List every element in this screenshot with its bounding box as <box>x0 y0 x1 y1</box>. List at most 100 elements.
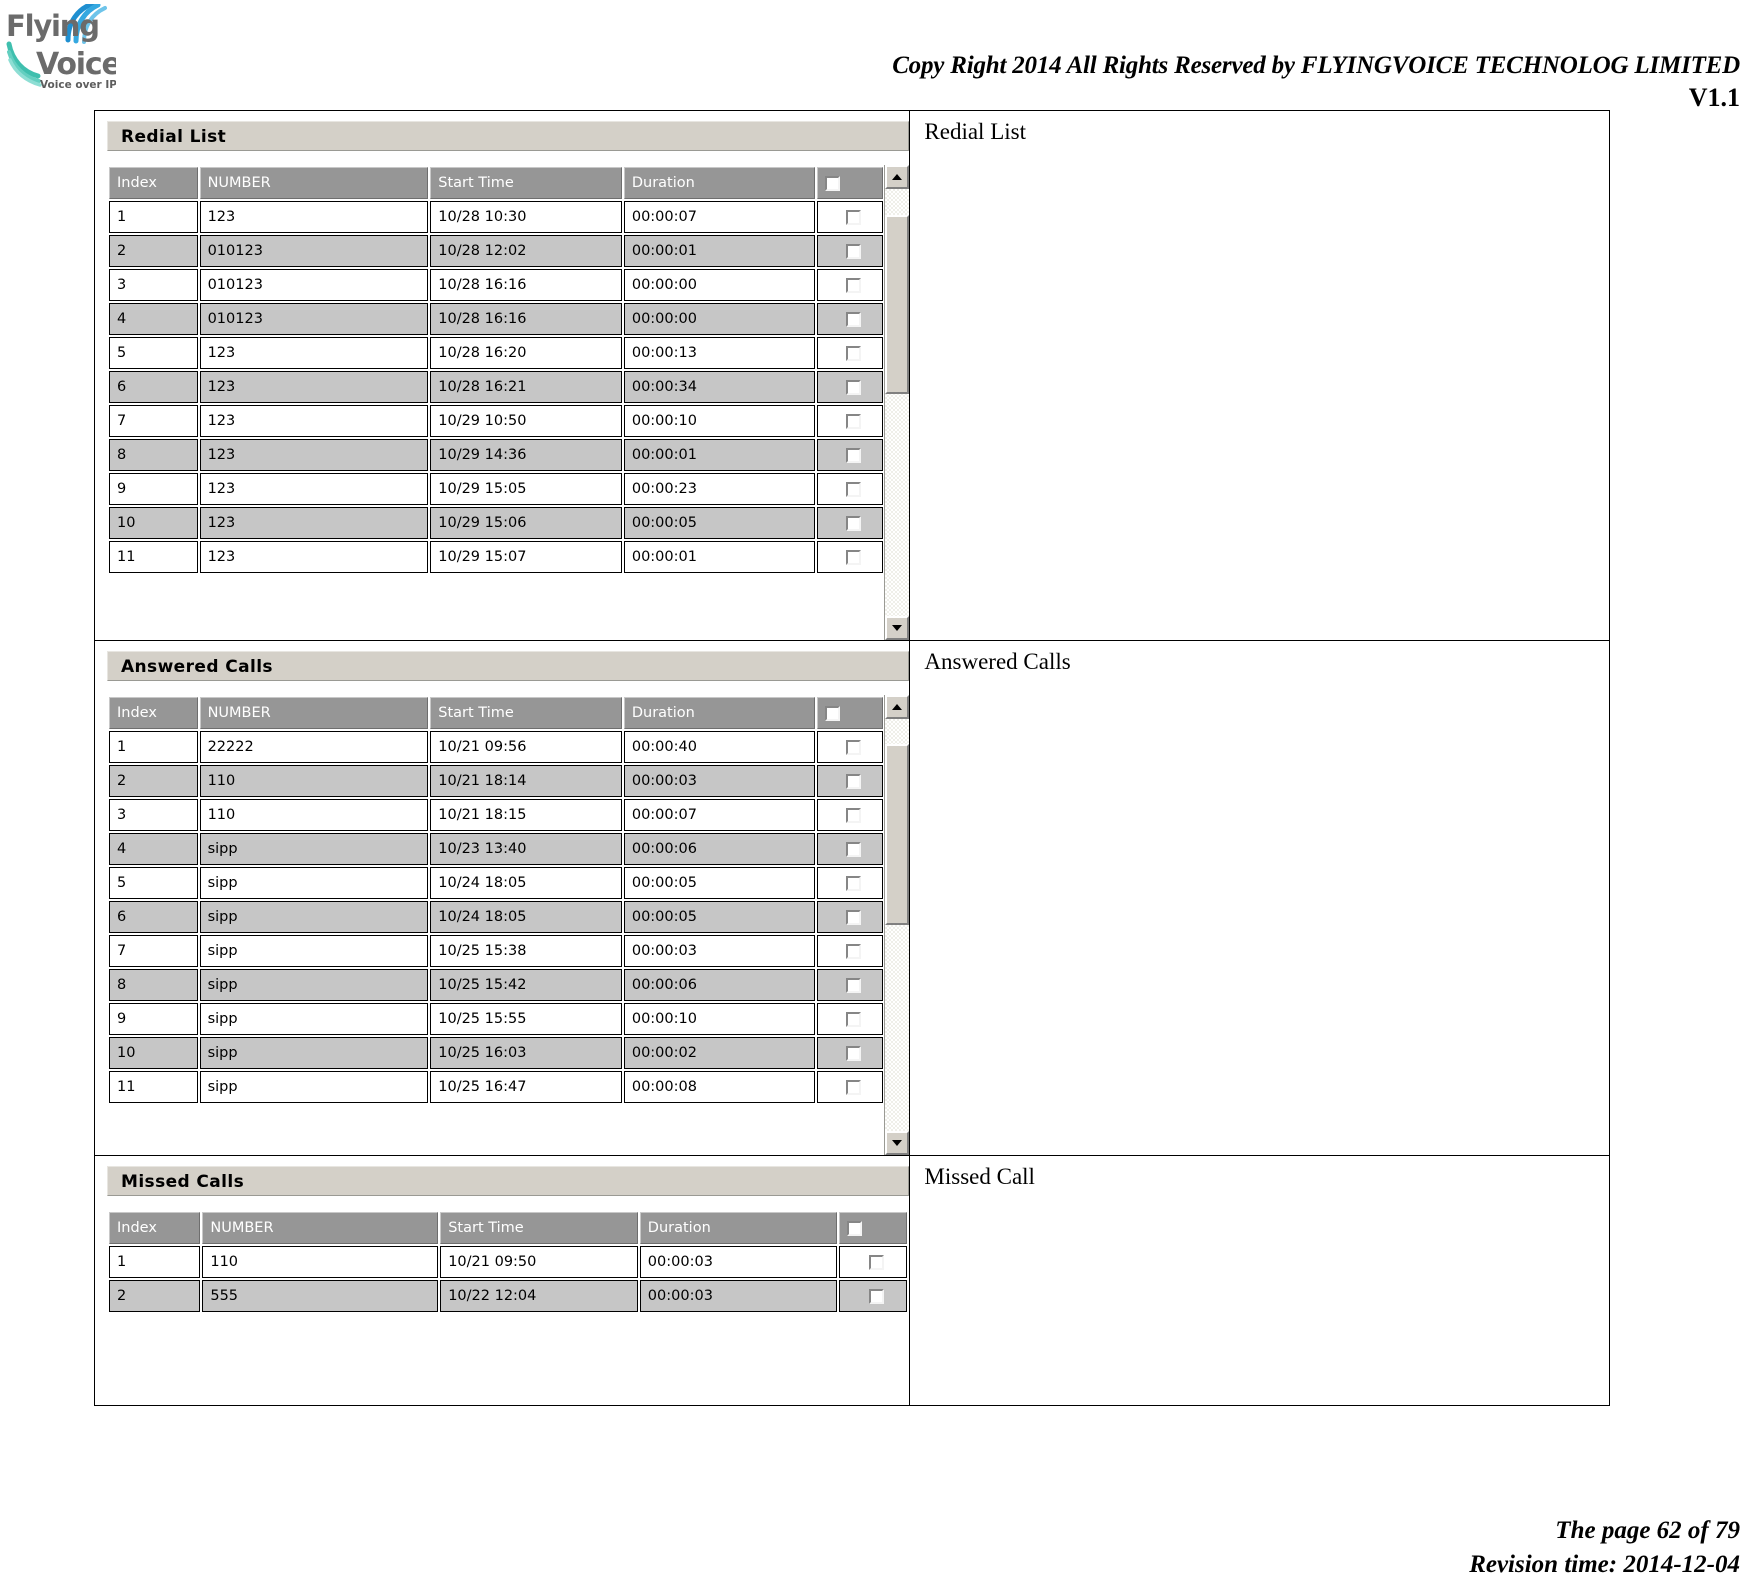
row-select-checkbox[interactable] <box>846 977 862 993</box>
column-header-number[interactable]: NUMBER <box>199 167 429 199</box>
row-select-checkbox[interactable] <box>846 1045 862 1061</box>
column-header-duration[interactable]: Duration <box>623 167 816 199</box>
table-row[interactable]: 3 110 10/21 18:15 00:00:07 <box>109 799 884 831</box>
row-select-checkbox[interactable] <box>846 209 862 225</box>
row-select-checkbox[interactable] <box>846 243 862 259</box>
column-header-index[interactable]: Index <box>109 697 198 729</box>
row-select-checkbox[interactable] <box>846 515 862 531</box>
row-select-cell[interactable] <box>817 371 884 403</box>
column-header-start-time[interactable]: Start Time <box>430 697 622 729</box>
column-header-index[interactable]: Index <box>109 167 198 199</box>
row-select-checkbox[interactable] <box>846 277 862 293</box>
vertical-scrollbar[interactable] <box>884 695 910 1155</box>
table-row[interactable]: 8 sipp 10/25 15:42 00:00:06 <box>109 969 884 1001</box>
row-select-checkbox[interactable] <box>846 875 862 891</box>
scroll-up-arrow-icon[interactable] <box>885 165 910 189</box>
row-select-checkbox[interactable] <box>846 1011 862 1027</box>
row-select-cell[interactable] <box>817 541 884 573</box>
table-row[interactable]: 4 sipp 10/23 13:40 00:00:06 <box>109 833 884 865</box>
row-select-cell[interactable] <box>817 833 884 865</box>
row-select-checkbox[interactable] <box>846 345 862 361</box>
column-header-select-all[interactable] <box>839 1212 908 1244</box>
column-header-index[interactable]: Index <box>109 1212 201 1244</box>
table-row[interactable]: 9 123 10/29 15:05 00:00:23 <box>109 473 884 505</box>
row-select-cell[interactable] <box>839 1280 908 1312</box>
table-row[interactable]: 1 22222 10/21 09:56 00:00:40 <box>109 731 884 763</box>
column-header-number[interactable]: NUMBER <box>202 1212 439 1244</box>
table-row[interactable]: 2 555 10/22 12:04 00:00:03 <box>109 1280 908 1312</box>
row-select-cell[interactable] <box>817 201 884 233</box>
row-select-checkbox[interactable] <box>846 311 862 327</box>
table-row[interactable]: 10 sipp 10/25 16:03 00:00:02 <box>109 1037 884 1069</box>
row-select-checkbox[interactable] <box>846 739 862 755</box>
row-select-cell[interactable] <box>817 935 884 967</box>
table-row[interactable]: 5 123 10/28 16:20 00:00:13 <box>109 337 884 369</box>
scrollbar-thumb[interactable] <box>885 743 910 925</box>
row-select-cell[interactable] <box>817 405 884 437</box>
row-select-checkbox[interactable] <box>869 1254 885 1270</box>
table-row[interactable]: 3 010123 10/28 16:16 00:00:00 <box>109 269 884 301</box>
table-row[interactable]: 6 sipp 10/24 18:05 00:00:05 <box>109 901 884 933</box>
scroll-down-arrow-icon[interactable] <box>885 1131 910 1155</box>
column-header-duration[interactable]: Duration <box>639 1212 838 1244</box>
row-select-cell[interactable] <box>817 1037 884 1069</box>
row-select-cell[interactable] <box>817 235 884 267</box>
table-row[interactable]: 2 110 10/21 18:14 00:00:03 <box>109 765 884 797</box>
select-all-checkbox[interactable] <box>825 175 841 191</box>
row-select-cell[interactable] <box>817 731 884 763</box>
row-select-checkbox[interactable] <box>846 807 862 823</box>
column-header-start-time[interactable]: Start Time <box>430 167 622 199</box>
row-select-cell[interactable] <box>817 867 884 899</box>
vertical-scrollbar[interactable] <box>884 165 910 640</box>
column-header-select-all[interactable] <box>817 697 884 729</box>
select-all-checkbox[interactable] <box>847 1220 863 1236</box>
row-select-checkbox[interactable] <box>846 909 862 925</box>
row-select-cell[interactable] <box>817 799 884 831</box>
table-row[interactable]: 7 123 10/29 10:50 00:00:10 <box>109 405 884 437</box>
row-select-checkbox[interactable] <box>846 447 862 463</box>
column-header-select-all[interactable] <box>817 167 884 199</box>
column-header-duration[interactable]: Duration <box>623 697 816 729</box>
table-row[interactable]: 1 110 10/21 09:50 00:00:03 <box>109 1246 908 1278</box>
row-select-checkbox[interactable] <box>846 943 862 959</box>
scroll-down-arrow-icon[interactable] <box>885 616 910 640</box>
row-select-checkbox[interactable] <box>846 379 862 395</box>
table-row[interactable]: 5 sipp 10/24 18:05 00:00:05 <box>109 867 884 899</box>
table-row[interactable]: 6 123 10/28 16:21 00:00:34 <box>109 371 884 403</box>
cell-start-time: 10/21 18:14 <box>430 765 622 797</box>
row-select-checkbox[interactable] <box>846 413 862 429</box>
table-row[interactable]: 7 sipp 10/25 15:38 00:00:03 <box>109 935 884 967</box>
table-row[interactable]: 8 123 10/29 14:36 00:00:01 <box>109 439 884 471</box>
row-select-cell[interactable] <box>817 439 884 471</box>
table-row[interactable]: 9 sipp 10/25 15:55 00:00:10 <box>109 1003 884 1035</box>
scrollbar-thumb[interactable] <box>885 214 910 394</box>
row-select-cell[interactable] <box>817 303 884 335</box>
row-select-checkbox[interactable] <box>846 841 862 857</box>
cell-number: 123 <box>199 541 429 573</box>
select-all-checkbox[interactable] <box>825 705 841 721</box>
row-select-checkbox[interactable] <box>846 773 862 789</box>
column-header-number[interactable]: NUMBER <box>199 697 429 729</box>
row-select-checkbox[interactable] <box>869 1288 885 1304</box>
table-row[interactable]: 11 123 10/29 15:07 00:00:01 <box>109 541 884 573</box>
row-select-cell[interactable] <box>817 269 884 301</box>
row-select-cell[interactable] <box>839 1246 908 1278</box>
scroll-up-arrow-icon[interactable] <box>885 695 910 719</box>
row-select-cell[interactable] <box>817 507 884 539</box>
row-select-cell[interactable] <box>817 1003 884 1035</box>
row-select-checkbox[interactable] <box>846 1079 862 1095</box>
table-row[interactable]: 4 010123 10/28 16:16 00:00:00 <box>109 303 884 335</box>
table-row[interactable]: 2 010123 10/28 12:02 00:00:01 <box>109 235 884 267</box>
row-select-checkbox[interactable] <box>846 549 862 565</box>
row-select-checkbox[interactable] <box>846 481 862 497</box>
row-select-cell[interactable] <box>817 473 884 505</box>
table-row[interactable]: 11 sipp 10/25 16:47 00:00:08 <box>109 1071 884 1103</box>
row-select-cell[interactable] <box>817 969 884 1001</box>
column-header-start-time[interactable]: Start Time <box>440 1212 638 1244</box>
row-select-cell[interactable] <box>817 765 884 797</box>
table-row[interactable]: 1 123 10/28 10:30 00:00:07 <box>109 201 884 233</box>
row-select-cell[interactable] <box>817 337 884 369</box>
row-select-cell[interactable] <box>817 1071 884 1103</box>
row-select-cell[interactable] <box>817 901 884 933</box>
table-row[interactable]: 10 123 10/29 15:06 00:00:05 <box>109 507 884 539</box>
